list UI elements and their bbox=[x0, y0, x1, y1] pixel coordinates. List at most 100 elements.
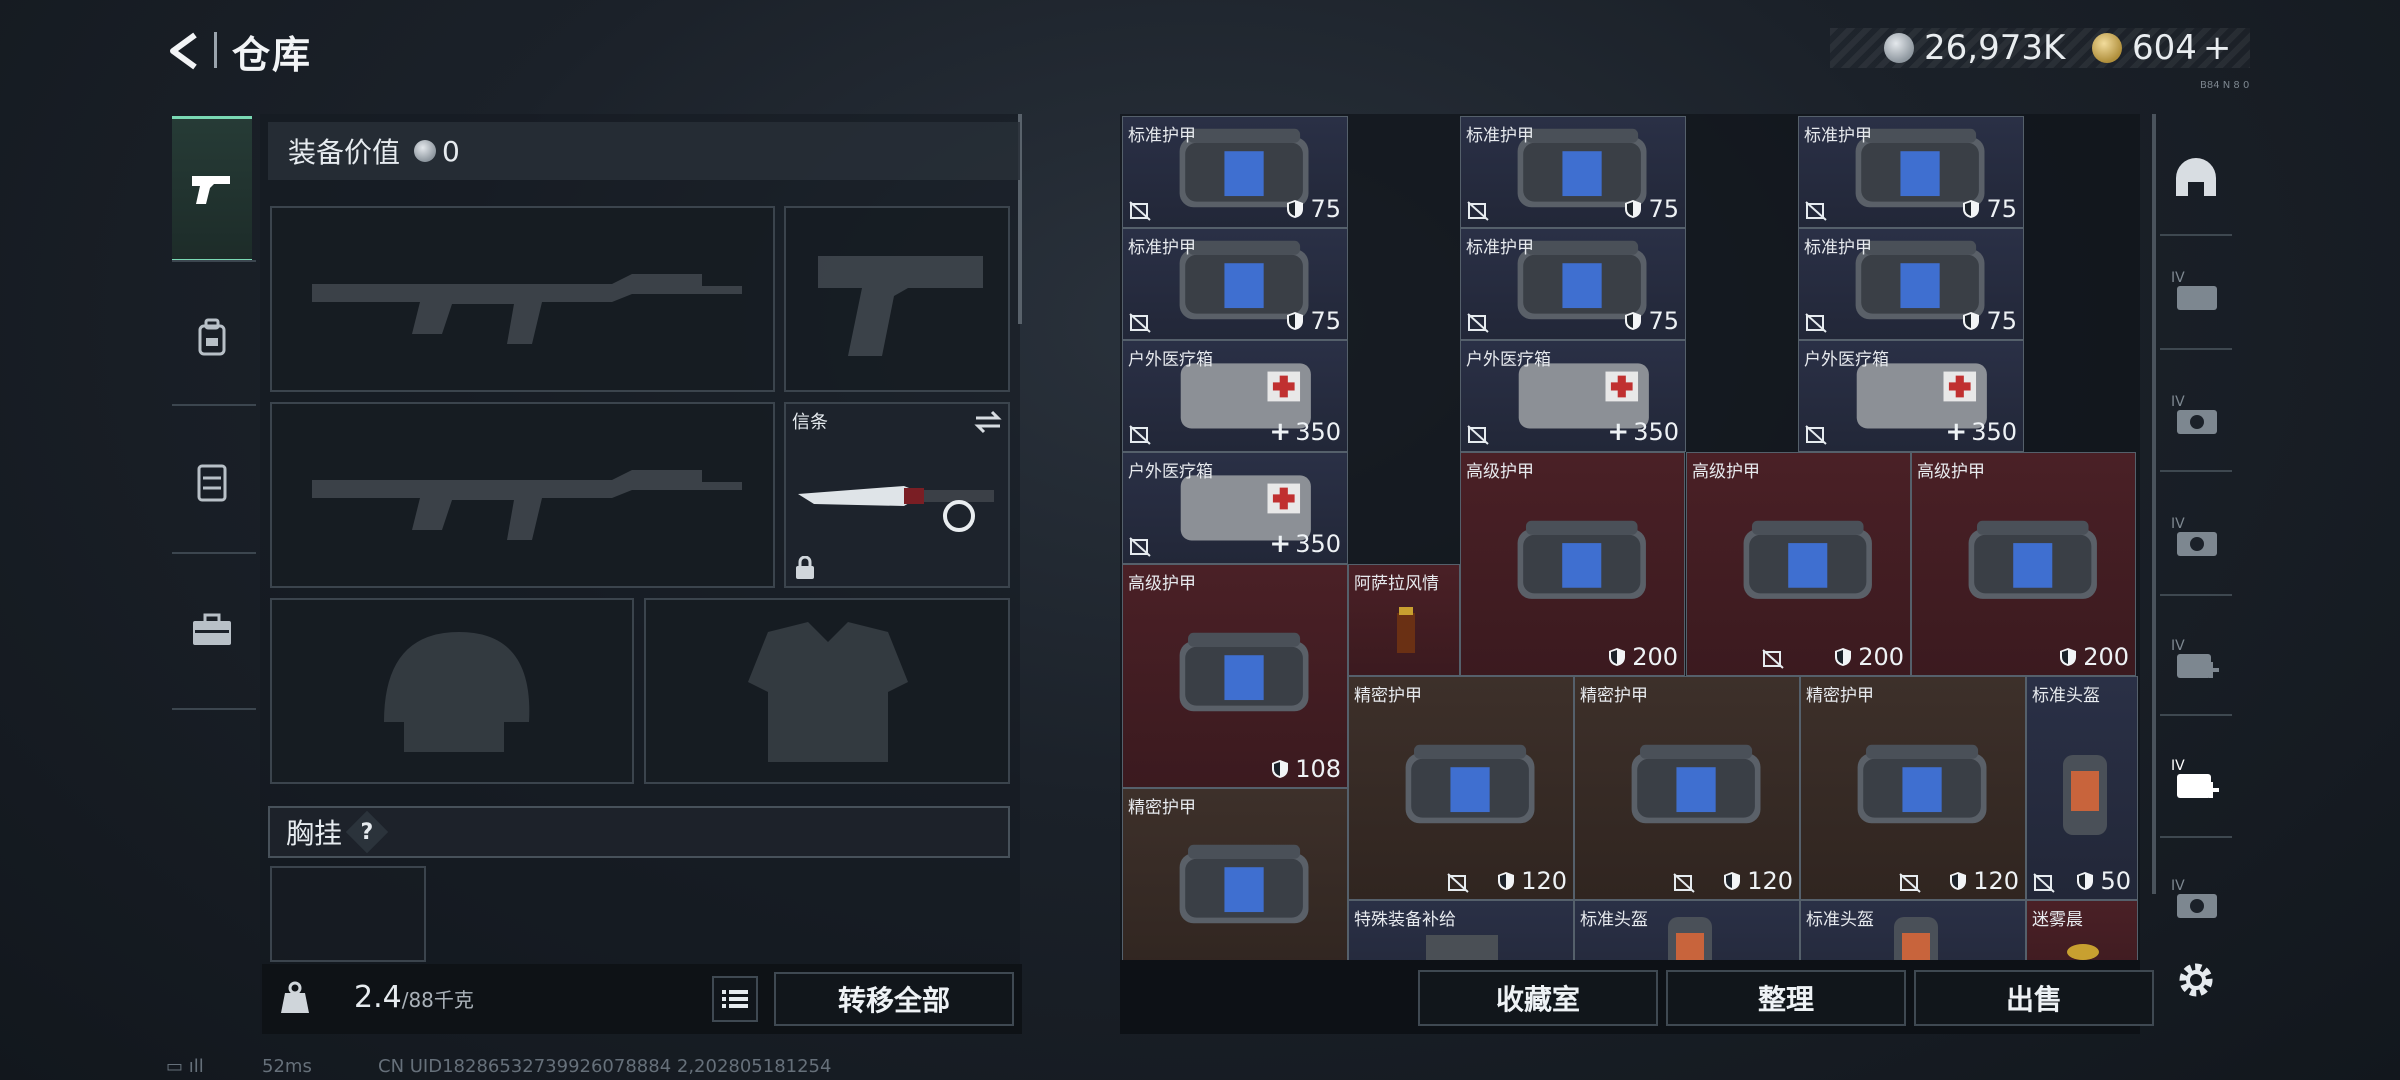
stash-item[interactable]: 标准头盔 bbox=[1574, 900, 1800, 960]
tab-vest[interactable] bbox=[172, 412, 252, 552]
storage-add-icon: IV bbox=[2171, 638, 2219, 678]
tab-storage-4[interactable]: IV bbox=[2168, 630, 2224, 686]
stash-item[interactable]: 特殊装备补给 bbox=[1348, 900, 1574, 960]
tab-storage-6[interactable]: IV bbox=[2168, 870, 2224, 926]
gold-currency[interactable]: 604 + bbox=[2092, 28, 2231, 68]
help-button[interactable]: ? bbox=[345, 810, 389, 854]
swap-icon[interactable] bbox=[974, 410, 1002, 434]
stash-item[interactable]: 标准护甲 75 bbox=[1798, 116, 2024, 228]
stash-item[interactable]: 精密护甲 120 bbox=[1348, 676, 1574, 900]
tab-toolbox[interactable] bbox=[172, 560, 252, 700]
sell-button[interactable]: 出售 bbox=[1914, 970, 2154, 1026]
tab-helmet-storage[interactable] bbox=[2168, 150, 2224, 206]
shield-icon bbox=[1963, 200, 1980, 218]
item-value: +350 bbox=[1269, 417, 1341, 447]
no-insurance-icon bbox=[1673, 873, 1695, 893]
item-value-number: 108 bbox=[1295, 755, 1341, 783]
stash-item[interactable]: 高级护甲 108 bbox=[1122, 564, 1348, 788]
weight-current: 2.4 bbox=[354, 980, 402, 1015]
helmet-slot[interactable] bbox=[270, 598, 634, 784]
sort-button[interactable]: 整理 bbox=[1666, 970, 1906, 1026]
battery-icon: ▭ ıll bbox=[166, 1056, 204, 1077]
list-view-button[interactable] bbox=[712, 976, 758, 1022]
stash-item[interactable]: 标准头盔 50 bbox=[2026, 676, 2138, 900]
item-name: 高级护甲 bbox=[1692, 462, 1760, 482]
stash-item[interactable]: 户外医疗箱 +350 bbox=[1122, 340, 1348, 452]
stash-item[interactable]: 户外医疗箱 +350 bbox=[1798, 340, 2024, 452]
chest-rig-slot[interactable] bbox=[270, 866, 426, 962]
item-value: 200 bbox=[1607, 643, 1678, 671]
stash-item[interactable]: 户外医疗箱 +350 bbox=[1460, 340, 1686, 452]
shield-icon bbox=[1625, 200, 1642, 218]
tab-storage-5[interactable]: IV bbox=[2168, 750, 2224, 806]
rifle-silhouette-icon bbox=[312, 470, 742, 540]
item-value-number: 75 bbox=[1986, 195, 2017, 223]
stash-item[interactable]: 高级护甲 200 bbox=[1460, 452, 1685, 676]
silver-currency: 26,973K bbox=[1884, 28, 2065, 68]
tab-weapons[interactable] bbox=[172, 116, 252, 262]
back-button[interactable] bbox=[160, 26, 210, 76]
item-name: 高级护甲 bbox=[1128, 574, 1196, 594]
shield-icon bbox=[1287, 200, 1304, 218]
add-gold-button[interactable]: + bbox=[2203, 28, 2232, 68]
item-value-number: 75 bbox=[1310, 307, 1341, 335]
stash-item[interactable]: 高级护甲 200 bbox=[1686, 452, 1911, 676]
storage-folder-icon: IV bbox=[2171, 270, 2217, 310]
armor-item-icon bbox=[1517, 520, 1646, 599]
item-name: 标准头盔 bbox=[1580, 910, 1648, 930]
secondary-weapon-slot[interactable] bbox=[270, 402, 775, 588]
toolbox-icon bbox=[193, 613, 231, 645]
pistol-slot[interactable] bbox=[784, 206, 1010, 392]
item-value: 200 bbox=[2058, 643, 2129, 671]
stash-item[interactable]: 标准头盔 bbox=[1800, 900, 2026, 960]
melee-slot[interactable]: 信条 bbox=[784, 402, 1010, 588]
item-value-number: 350 bbox=[1295, 418, 1341, 446]
item-value-number: 200 bbox=[1632, 643, 1678, 671]
stash-item[interactable]: 精密护甲 bbox=[1122, 788, 1348, 960]
title-separator bbox=[214, 32, 217, 68]
stash-item[interactable]: 阿萨拉风情 bbox=[1348, 564, 1460, 676]
item-name: 标准护甲 bbox=[1466, 126, 1534, 146]
list-icon bbox=[722, 990, 748, 1008]
armor-slot[interactable] bbox=[644, 598, 1010, 784]
weight-icon-box bbox=[274, 974, 316, 1022]
stash-item[interactable]: 标准护甲 75 bbox=[1122, 228, 1348, 340]
stash-item[interactable]: 标准护甲 75 bbox=[1122, 116, 1348, 228]
stash-scrollbar[interactable] bbox=[2152, 114, 2156, 894]
primary-weapon-slot[interactable] bbox=[270, 206, 775, 392]
item-value: 75 bbox=[1961, 195, 2017, 223]
stash-item[interactable]: 标准护甲 75 bbox=[1460, 228, 1686, 340]
tab-storage-1[interactable]: IV bbox=[2168, 262, 2224, 318]
stash-item[interactable]: 精密护甲 120 bbox=[1800, 676, 2026, 900]
settings-button[interactable] bbox=[2168, 952, 2224, 1008]
svg-text:IV: IV bbox=[2171, 516, 2185, 532]
tab-storage-3[interactable]: IV bbox=[2168, 508, 2224, 564]
stash-item[interactable]: 户外医疗箱 +350 bbox=[1122, 452, 1348, 564]
lock-icon bbox=[796, 556, 814, 579]
stash-item[interactable]: 标准护甲 75 bbox=[1460, 116, 1686, 228]
item-name: 标准护甲 bbox=[1804, 126, 1872, 146]
tab-storage-2[interactable]: IV bbox=[2168, 386, 2224, 442]
item-value: 75 bbox=[1623, 307, 1679, 335]
item-value: +350 bbox=[1607, 417, 1679, 447]
item-value-number: 75 bbox=[1648, 307, 1679, 335]
transfer-all-button[interactable]: 转移全部 bbox=[774, 972, 1014, 1026]
stash-item[interactable]: 高级护甲 200 bbox=[1911, 452, 2136, 676]
tab-backpack[interactable] bbox=[172, 268, 252, 408]
item-value-number: 350 bbox=[1971, 418, 2017, 446]
sidebar-divider bbox=[2160, 714, 2232, 716]
item-value-number: 120 bbox=[1973, 867, 2019, 895]
heal-plus-icon: + bbox=[1607, 417, 1630, 447]
tab-divider bbox=[172, 404, 256, 406]
stash-item[interactable]: 精密护甲 120 bbox=[1574, 676, 1800, 900]
collection-room-button[interactable]: 收藏室 bbox=[1418, 970, 1658, 1026]
weight-icon bbox=[281, 981, 309, 1013]
stash-item[interactable]: 迷雾晨 bbox=[2026, 900, 2138, 960]
armor-item-icon bbox=[1631, 744, 1761, 823]
helmet-item-icon bbox=[2063, 755, 2107, 835]
item-name: 精密护甲 bbox=[1580, 686, 1648, 706]
svg-text:IV: IV bbox=[2171, 758, 2185, 774]
stash-item[interactable]: 标准护甲 75 bbox=[1798, 228, 2024, 340]
item-value: 75 bbox=[1285, 195, 1341, 223]
item-name: 标准护甲 bbox=[1128, 126, 1196, 146]
